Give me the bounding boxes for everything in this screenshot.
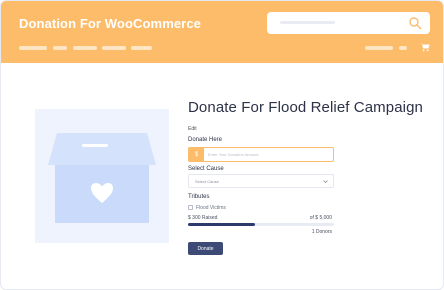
nav-item[interactable]: [102, 46, 126, 50]
site-header: Donation For WooCommerce: [1, 1, 443, 63]
product-image: [35, 109, 169, 243]
search-icon[interactable]: [408, 16, 422, 30]
cause-select[interactable]: Select Cause: [188, 174, 334, 188]
tribute-option-label: Flood Victims: [196, 205, 226, 211]
nav-item[interactable]: [399, 46, 407, 50]
donation-progress-fill: [188, 223, 256, 226]
donor-count: 1 Donors: [311, 229, 332, 235]
app-frame: Donation For WooCommerce Donate For Floo…: [0, 0, 444, 290]
tribute-checkbox[interactable]: [188, 205, 193, 210]
search-placeholder-bar: [280, 21, 335, 24]
donation-progress-bar: [188, 223, 334, 226]
site-brand[interactable]: Donation For WooCommerce: [19, 16, 201, 31]
donation-box-icon: [48, 133, 156, 223]
chevron-down-icon: [323, 180, 328, 184]
search-input[interactable]: [267, 12, 430, 34]
goal-amount: of $ 5,000: [309, 215, 332, 221]
nav-item[interactable]: [53, 46, 67, 50]
nav-item[interactable]: [19, 46, 47, 50]
raised-amount: $ 300 Raised: [188, 215, 218, 221]
select-cause-label: Select Cause: [188, 166, 224, 172]
donate-here-label: Donate Here: [188, 137, 223, 143]
donate-button[interactable]: Donate: [188, 242, 223, 255]
nav-item[interactable]: [131, 46, 152, 50]
cause-select-value: Select Cause: [195, 179, 219, 184]
currency-symbol: $: [189, 148, 204, 161]
tributes-label: Tributes: [188, 194, 210, 200]
product-title: Donate For Flood Relief Campaign: [188, 99, 423, 116]
cart-icon[interactable]: [420, 42, 430, 52]
donation-amount-field[interactable]: $ Enter Your Donation Amount: [188, 147, 334, 162]
donation-amount-placeholder: Enter Your Donation Amount: [208, 152, 259, 157]
nav-item[interactable]: [73, 46, 97, 50]
edit-link[interactable]: Edit: [188, 126, 197, 132]
nav-item[interactable]: [365, 46, 393, 50]
